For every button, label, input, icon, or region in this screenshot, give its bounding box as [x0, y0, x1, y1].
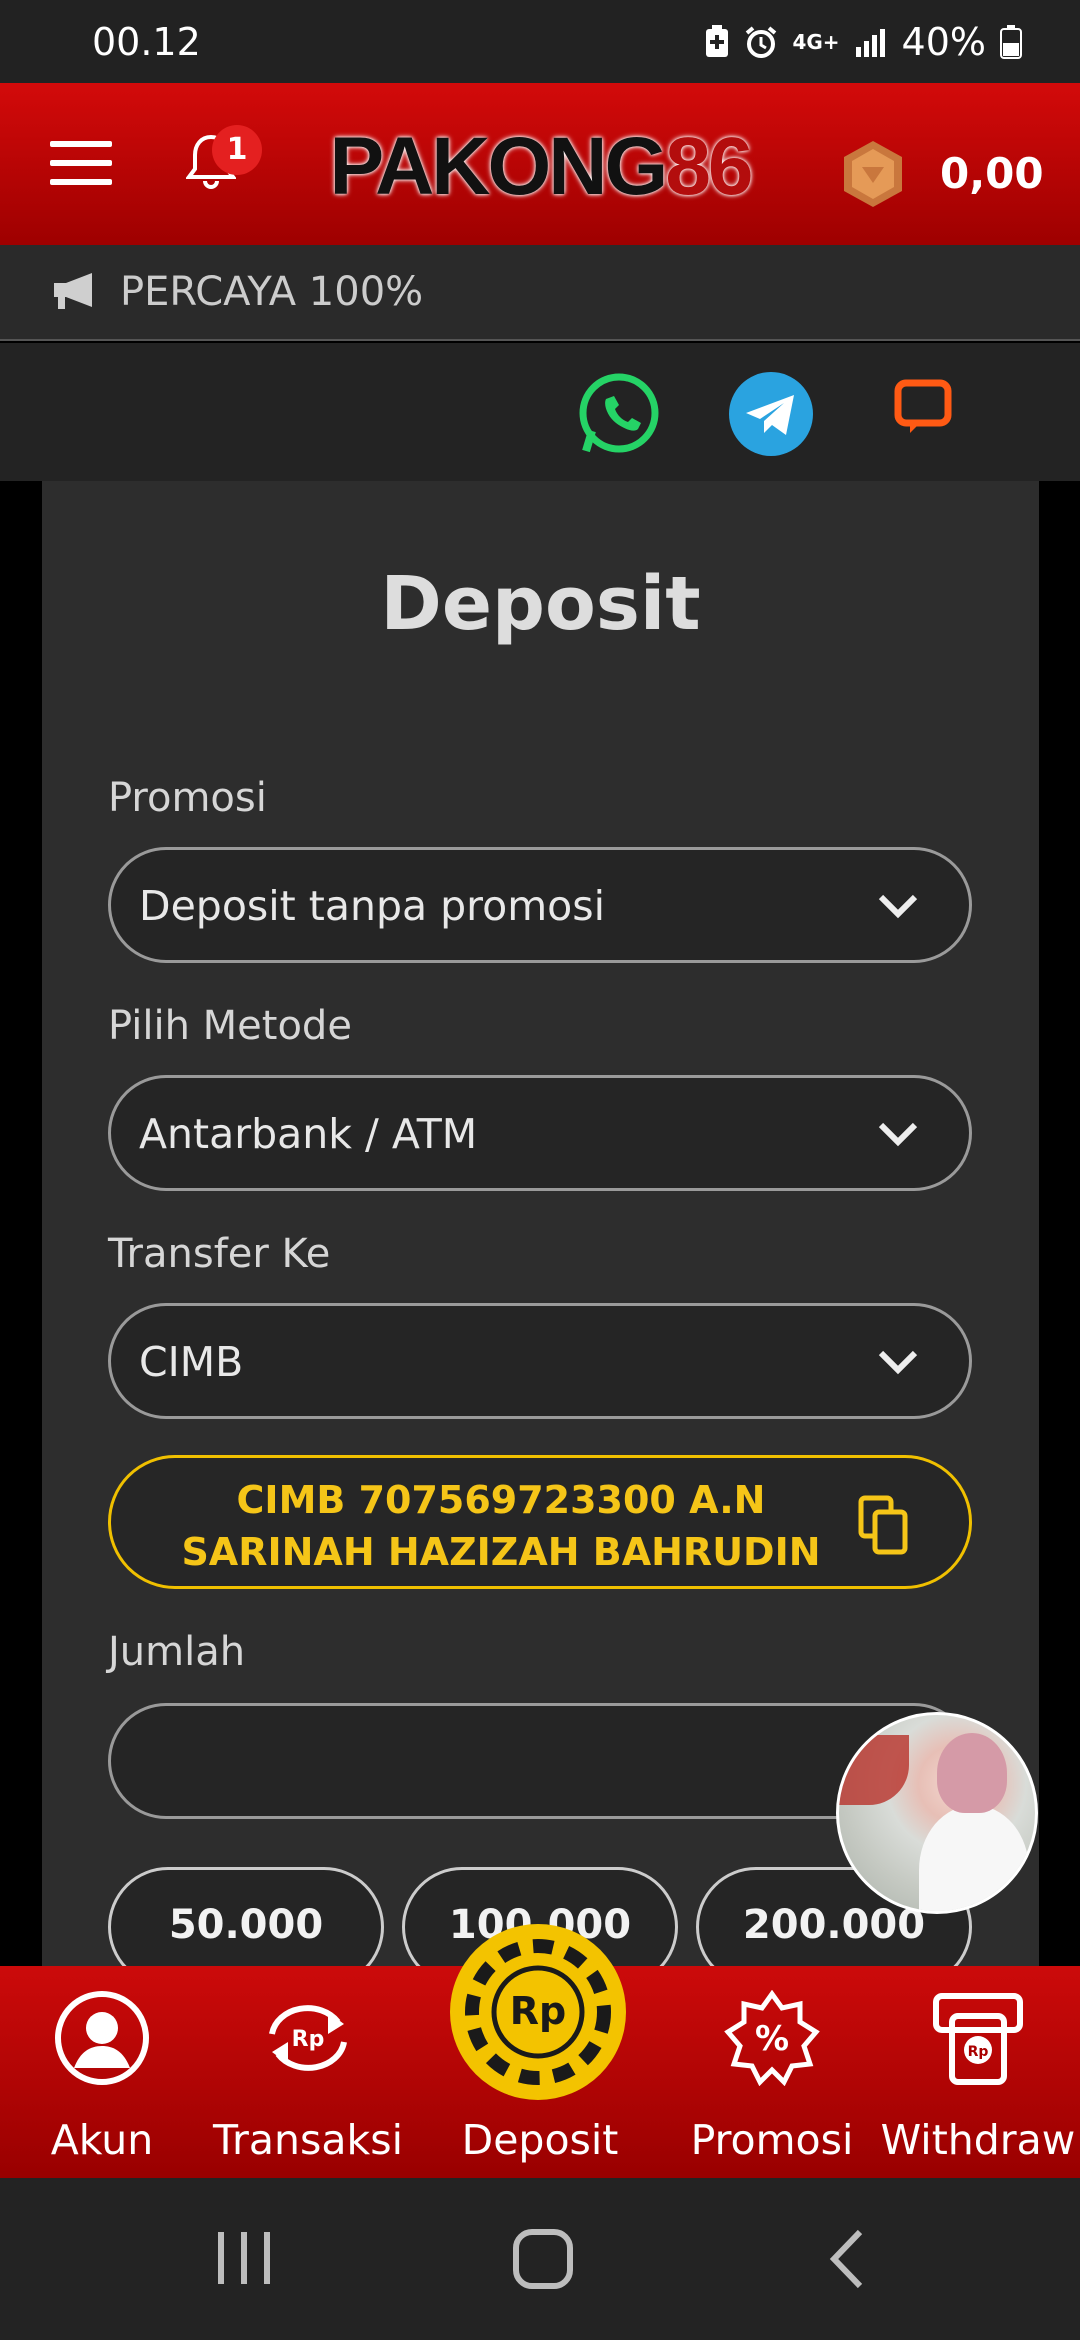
- transfer-select[interactable]: CIMB: [108, 1303, 972, 1419]
- method-select-value: Antarbank / ATM: [139, 1110, 478, 1158]
- status-icons: 4G+ 40%: [704, 20, 1022, 64]
- nav-deposit-label: Deposit: [461, 2116, 619, 2164]
- nav-transaksi-label: Transaksi: [213, 2116, 403, 2164]
- user-icon: [55, 1991, 149, 2085]
- bank-account-text: CIMB 707569723300 A.N SARINAH HAZIZAH BA…: [141, 1474, 861, 1578]
- whatsapp-icon[interactable]: [576, 371, 662, 457]
- nav-promosi[interactable]: % Promosi: [670, 1966, 874, 2178]
- transfer-select-value: CIMB: [139, 1338, 244, 1386]
- signal-icon: [855, 29, 885, 57]
- status-bar: 00.12 4G+ 40%: [0, 0, 1080, 83]
- recents-icon[interactable]: [214, 2230, 274, 2286]
- nav-withdraw-label: Withdraw: [880, 2116, 1076, 2164]
- app-header: 1 PAKONG 86 0,00: [0, 83, 1080, 245]
- clock: 00.12: [92, 20, 201, 64]
- battery-saver-icon: [706, 25, 729, 57]
- logo-number: 86: [665, 121, 753, 212]
- nav-deposit[interactable]: Deposit: [436, 1966, 644, 2178]
- method-select[interactable]: Antarbank / ATM: [108, 1075, 972, 1191]
- chevron-down-icon: [878, 894, 918, 919]
- coin-icon: [844, 141, 902, 207]
- back-icon[interactable]: [826, 2228, 866, 2290]
- bank-account-line2: SARINAH HAZIZAH BAHRUDIN: [181, 1530, 821, 1574]
- bank-account-box[interactable]: CIMB 707569723300 A.N SARINAH HAZIZAH BA…: [108, 1455, 972, 1589]
- home-icon[interactable]: [512, 2228, 574, 2290]
- amount-label: Jumlah: [108, 1629, 246, 1675]
- svg-text:Rp: Rp: [968, 2044, 989, 2060]
- promo-label: Promosi: [108, 775, 267, 821]
- svg-text:%: %: [755, 2019, 789, 2059]
- promo-select-value: Deposit tanpa promosi: [139, 882, 605, 930]
- livechat-icon[interactable]: [880, 371, 966, 457]
- nav-promosi-label: Promosi: [690, 2116, 854, 2164]
- menu-icon[interactable]: [50, 141, 112, 185]
- transfer-label: Transfer Ke: [108, 1231, 331, 1277]
- telegram-icon[interactable]: [728, 371, 814, 457]
- floating-promo-avatar[interactable]: [836, 1712, 1038, 1914]
- logo-text: PAKONG: [329, 121, 668, 212]
- notification-badge: 1: [212, 125, 262, 175]
- method-label: Pilih Metode: [108, 1003, 352, 1049]
- transaction-icon: Rp: [269, 2005, 347, 2071]
- system-nav-bar: [0, 2178, 1080, 2340]
- nav-transaksi[interactable]: Rp Transaksi: [206, 1966, 410, 2178]
- chevron-down-icon: [878, 1122, 918, 1147]
- alarm-icon: [746, 26, 777, 58]
- svg-text:Rp: Rp: [292, 2027, 325, 2052]
- announcement-bar: PERCAYA 100%: [0, 245, 1080, 341]
- page-title: Deposit: [380, 561, 701, 647]
- bank-account-line1: CIMB 707569723300 A.N: [236, 1478, 766, 1522]
- chevron-down-icon: [878, 1350, 918, 1375]
- battery-percent: 40%: [901, 20, 986, 64]
- nav-withdraw[interactable]: Rp Withdraw: [876, 1966, 1080, 2178]
- copy-icon[interactable]: [857, 1494, 911, 1556]
- nav-akun[interactable]: Akun: [0, 1966, 204, 2178]
- percent-badge-icon: %: [724, 1990, 820, 2086]
- atm-icon: Rp: [933, 1993, 1023, 2085]
- promo-select[interactable]: Deposit tanpa promosi: [108, 847, 972, 963]
- bottom-nav: Akun Rp Transaksi Rp Deposit % Promosi R…: [0, 1924, 1080, 2178]
- battery-icon: [1000, 25, 1022, 59]
- balance-amount: 0,00: [940, 149, 1044, 198]
- brand-logo[interactable]: PAKONG 86: [329, 117, 753, 217]
- megaphone-icon: [54, 273, 92, 309]
- announcement-text: PERCAYA 100%: [120, 269, 424, 315]
- social-bar: [0, 343, 1080, 481]
- nav-akun-label: Akun: [50, 2116, 154, 2164]
- network-type: 4G+: [792, 30, 840, 54]
